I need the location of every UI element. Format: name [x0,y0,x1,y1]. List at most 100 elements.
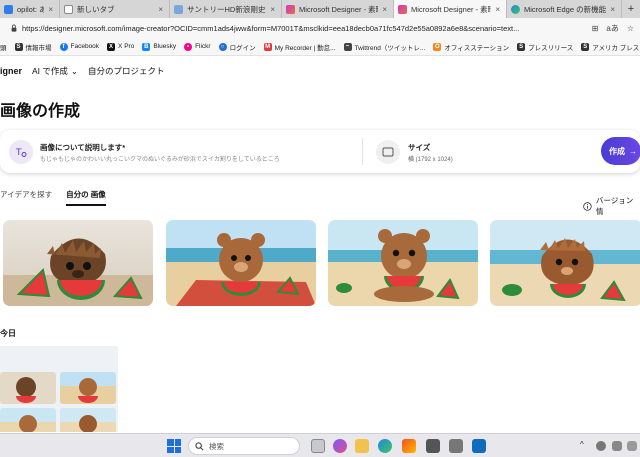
task-view-icon[interactable] [311,439,325,453]
section-today: 今日 [0,329,16,338]
version-label: バージョン情 [595,196,634,216]
favorite-label: オフィスステーション [444,44,510,52]
favorite-item[interactable]: S 情報市場 [14,42,52,52]
favorite-item[interactable]: ~ Twittrend（ツイットレ... [343,42,426,52]
favorite-item[interactable]: O オフィスステーション [433,42,509,52]
generated-image-1[interactable] [3,220,153,306]
windows-start-icon[interactable] [167,439,181,453]
generated-image-4[interactable] [490,220,640,306]
favorite-label: X Pro [118,43,135,50]
app-header: igner AI で作成 ⌄ 自分のプロジェクト [0,56,640,86]
create-button[interactable]: 作成 → [601,137,640,165]
close-icon[interactable]: × [610,5,615,14]
browser-tab-designer-1[interactable]: Microsoft Designer - 素晴らし × [282,0,394,18]
recorder-icon: M [263,42,272,51]
nav-label: 自分のプロジェクト [88,66,165,76]
nav-create-with-ai[interactable]: AI で作成 ⌄ [32,65,78,77]
page-title: 画像の作成 [0,103,81,120]
favorite-label: My Recorder | 勤怠... [274,44,336,52]
close-icon[interactable]: × [495,5,500,14]
designer-icon [398,4,407,14]
prompt-input[interactable]: もじゃもじゃのかわいい丸っこいクマのぬいぐるみが砂浜でスイカ割りをしているところ [40,154,280,163]
browser-tab-strip: opilot: あなたの AI × 新しいタブ × サントリーHD新浪剛史会長が… [0,0,640,18]
tab-explore-ideas[interactable]: アイデアを探す [0,189,52,206]
url-text[interactable]: https://designer.microsoft.com/image-cre… [22,24,586,33]
favorite-label: 頭 [0,44,7,52]
bookmark-s-icon: S [14,42,23,51]
store-icon[interactable] [402,439,416,453]
favorite-item[interactable]: Sアメリカ プレスリリース... [581,42,640,52]
network-icon[interactable] [612,441,622,451]
designer-brand[interactable]: igner [0,66,22,76]
aspect-ratio-icon[interactable] [376,140,400,164]
windows-taskbar: 検索 ^ [0,433,640,457]
version-info[interactable]: バージョン情 [583,195,640,217]
outlook-icon[interactable] [472,439,486,453]
size-value[interactable]: 横 (1792 x 1024) [408,154,453,163]
designer-icon [286,4,295,14]
favorite-label: プレスリリース [528,44,574,52]
create-label: 作成 [609,146,625,156]
close-icon[interactable]: × [270,5,275,14]
app-icon[interactable] [449,439,463,453]
browser-tab-edge-new[interactable]: Microsoft Edge の新機能 × [507,0,622,18]
star-icon[interactable]: ☆ [627,24,634,33]
favorite-label: アメリカ プレスリリース... [592,44,640,52]
facebook-icon: f [59,42,68,51]
collection-thumb [0,408,56,432]
read-aloud-icon[interactable]: aあ [606,23,618,34]
tab-label: サントリーHD新浪剛史会長が辞 [187,4,266,14]
favorite-item[interactable]: • Flickr [184,42,211,51]
size-label: サイズ [408,143,431,152]
text-prompt-icon: T [9,140,33,164]
favorite-label: Twittrend（ツイットレ... [354,44,426,52]
bluesky-icon: B [142,42,151,51]
grid-icon[interactable]: ⊞ [592,24,599,33]
browser-tab-copilot[interactable]: opilot: あなたの AI × [0,0,60,18]
app-icon[interactable] [426,439,440,453]
collection-thumb [60,372,116,404]
chevron-up-icon[interactable]: ^ [580,440,584,449]
nav-my-projects[interactable]: 自分のプロジェクト [88,65,165,77]
favorite-label: Bluesky [153,43,177,50]
favorite-label: 情報市場 [25,44,52,52]
volume-icon[interactable] [627,441,637,451]
browser-tab-news[interactable]: サントリーHD新浪剛史会長が辞 × [170,0,282,18]
address-bar[interactable]: https://designer.microsoft.com/image-cre… [0,18,640,38]
favorite-item[interactable]: f Facebook [59,42,100,51]
close-icon[interactable]: × [48,5,53,14]
close-icon[interactable]: × [158,5,163,14]
taskbar-search[interactable]: 検索 [188,437,300,455]
favorite-label: ログイン [229,44,256,52]
favorite-item[interactable]: XX Pro [107,42,135,51]
favorite-item[interactable]: S プレスリリース [517,42,573,52]
chat-icon[interactable] [596,441,606,451]
tab-my-images[interactable]: 自分の 画像 [66,189,106,206]
chevron-down-icon: ⌄ [70,65,79,76]
favorite-item[interactable]: M My Recorder | 勤怠... [263,42,336,52]
content-tabs: アイデアを探す 自分の 画像 [0,189,106,206]
new-tab-button[interactable]: + [622,0,640,18]
generated-image-3[interactable] [328,220,478,306]
favorite-item[interactable]: B Bluesky [142,42,177,51]
favorite-item[interactable]: ○ ログイン [218,42,256,52]
copilot-icon [4,4,13,14]
browser-tab-designer-2[interactable]: Microsoft Designer - 素晴らし × [394,0,507,18]
info-icon [583,201,592,211]
twittrend-icon: ~ [343,42,352,51]
prompt-title-text: 画像について説明します [40,143,123,152]
favorite-label: Facebook [70,43,100,50]
file-explorer-icon[interactable] [355,439,369,453]
today-image-collection[interactable] [0,346,118,432]
browser-tab-new-tab[interactable]: 新しいタブ × [60,0,170,18]
search-icon [195,441,204,450]
edge-taskbar-icon[interactable] [378,439,392,453]
arrow-right-icon: → [629,146,637,156]
close-icon[interactable]: × [382,5,387,14]
copilot-taskbar-icon[interactable] [333,439,347,453]
favorite-item[interactable]: 頭 [0,42,7,52]
generated-image-2[interactable] [166,220,316,306]
edge-icon [511,4,520,14]
page-icon [64,4,73,14]
lock-icon [11,24,17,32]
